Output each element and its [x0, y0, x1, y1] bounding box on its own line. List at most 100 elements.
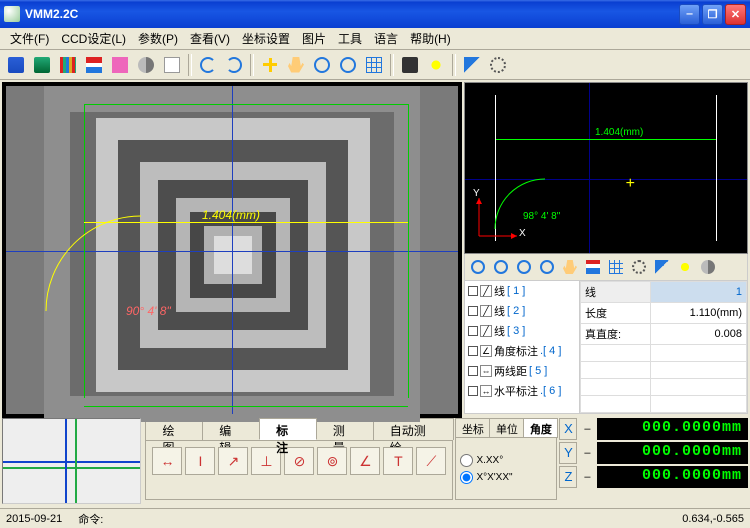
dimension-toolbar: ↔I↗⊥⊘⊚∠T⟋: [145, 440, 453, 500]
zoom-icon: [471, 260, 485, 274]
gear-button[interactable]: [486, 53, 510, 77]
menu-item[interactable]: 工具: [332, 28, 368, 49]
cad-arrow-button[interactable]: [651, 256, 673, 278]
menu-bar: 文件(F)CCD设定(L)参数(P)查看(V)坐标设置图片工具语言帮助(H): [0, 28, 750, 50]
coord-tab[interactable]: 坐标: [455, 418, 490, 438]
undo-icon: [200, 57, 216, 73]
minimize-button[interactable]: ‒: [679, 4, 700, 25]
angle-label: 90° 4' 8": [126, 304, 171, 318]
excel-button[interactable]: [30, 53, 54, 77]
redo-button[interactable]: [222, 53, 246, 77]
angle-opt[interactable]: X°X'XX": [460, 471, 552, 484]
arrow-icon: [655, 260, 669, 274]
pink-button[interactable]: [108, 53, 132, 77]
undo-button[interactable]: [196, 53, 220, 77]
dim-tool-button[interactable]: ⊚: [317, 447, 347, 475]
menu-item[interactable]: 图片: [296, 28, 332, 49]
gear-icon: [490, 57, 506, 73]
axis-origin: X Y: [473, 192, 523, 245]
object-row[interactable]: ↔水平标注.[ 6 ]: [465, 381, 579, 401]
chart-button[interactable]: [56, 53, 80, 77]
dim-tool-button[interactable]: ⟋: [416, 447, 446, 475]
menu-item[interactable]: 坐标设置: [236, 28, 296, 49]
status-cmd-label: 命令:: [78, 511, 103, 527]
shape-icon: ∠: [480, 345, 492, 357]
plus-button[interactable]: [258, 53, 282, 77]
object-list[interactable]: ╱线[ 1 ]╱线[ 2 ]╱线[ 3 ]∠角度标注.[ 4 ]⇔两线距[ 5 …: [465, 281, 580, 413]
cut-icon: [138, 57, 154, 73]
zoom-button[interactable]: [336, 53, 360, 77]
angle-opt[interactable]: X.XX°: [460, 454, 552, 467]
checkbox-icon[interactable]: [468, 286, 478, 296]
checkbox-icon[interactable]: [468, 366, 478, 376]
bar-button[interactable]: [82, 53, 106, 77]
zoom-icon: [314, 57, 330, 73]
radio-icon[interactable]: [460, 471, 473, 484]
cad-grid-button[interactable]: [605, 256, 627, 278]
menu-item[interactable]: 语言: [368, 28, 404, 49]
dim-tool-button[interactable]: T: [383, 447, 413, 475]
dash-icon: –: [581, 471, 593, 483]
object-index: .[ 6 ]: [540, 385, 561, 397]
tab-2[interactable]: 标注: [259, 418, 317, 440]
maximize-button[interactable]: ❐: [702, 4, 723, 25]
checkbox-icon[interactable]: [468, 346, 478, 356]
coord-tab[interactable]: 角度: [523, 418, 558, 438]
axis-label: Z: [559, 466, 577, 488]
zoom-button[interactable]: [310, 53, 334, 77]
cam-button[interactable]: [398, 53, 422, 77]
menu-item[interactable]: CCD设定(L): [55, 28, 132, 49]
cad-cursor-icon: +: [626, 175, 635, 193]
menu-item[interactable]: 文件(F): [4, 28, 55, 49]
readout-row: Z–000.0000mm: [559, 466, 748, 488]
word-button[interactable]: [4, 53, 28, 77]
camera-view[interactable]: 1.404(mm) 90° 4' 8": [2, 82, 462, 418]
object-row[interactable]: ╱线[ 1 ]: [465, 281, 579, 301]
menu-item[interactable]: 查看(V): [184, 28, 236, 49]
object-row[interactable]: ⇔两线距[ 5 ]: [465, 361, 579, 381]
cad-view[interactable]: 1.404(mm) 98° 4' 8" X Y +: [464, 82, 748, 254]
axis-value: 000.0000mm: [597, 442, 748, 464]
cad-cut-button[interactable]: [697, 256, 719, 278]
menu-item[interactable]: 参数(P): [132, 28, 184, 49]
checkbox-icon[interactable]: [468, 326, 478, 336]
bar-icon: [86, 57, 102, 73]
axis-value: 000.0000mm: [597, 418, 748, 440]
measure-line-bot: [84, 406, 408, 407]
a-button[interactable]: [160, 53, 184, 77]
zoom-icon: [340, 57, 356, 73]
dim-tool-button[interactable]: I: [185, 447, 215, 475]
thumbnail-view[interactable]: [2, 418, 141, 504]
object-row[interactable]: ∠角度标注.[ 4 ]: [465, 341, 579, 361]
cad-zoom-button[interactable]: [467, 256, 489, 278]
arrow-button[interactable]: [460, 53, 484, 77]
coord-tab[interactable]: 单位: [489, 418, 524, 438]
grid-button[interactable]: [362, 53, 386, 77]
cut-button[interactable]: [134, 53, 158, 77]
cad-gear-button[interactable]: [628, 256, 650, 278]
checkbox-icon[interactable]: [468, 306, 478, 316]
chart-icon: [60, 57, 76, 73]
object-index: [ 1 ]: [507, 285, 525, 297]
readout-row: Y–000.0000mm: [559, 442, 748, 464]
video-image: 1.404(mm) 90° 4' 8": [6, 86, 458, 414]
checkbox-icon[interactable]: [468, 386, 478, 396]
close-button[interactable]: ✕: [725, 4, 746, 25]
object-row[interactable]: ╱线[ 3 ]: [465, 321, 579, 341]
dim-tool-button[interactable]: ↗: [218, 447, 248, 475]
shape-icon: ╱: [480, 305, 492, 317]
cam-icon: [402, 57, 418, 73]
radio-icon[interactable]: [460, 454, 473, 467]
dim-tool-button[interactable]: ⊘: [284, 447, 314, 475]
gear-icon: [632, 260, 646, 274]
dash-icon: –: [581, 447, 593, 459]
dim-tool-button[interactable]: ↔: [152, 447, 182, 475]
dim-tool-button[interactable]: ∠: [350, 447, 380, 475]
object-label: 线: [494, 283, 505, 299]
menu-item[interactable]: 帮助(H): [404, 28, 457, 49]
cad-light-button[interactable]: [674, 256, 696, 278]
light-button[interactable]: [424, 53, 448, 77]
object-label: 水平标注: [494, 383, 538, 399]
hand-button[interactable]: [284, 53, 308, 77]
object-row[interactable]: ╱线[ 2 ]: [465, 301, 579, 321]
